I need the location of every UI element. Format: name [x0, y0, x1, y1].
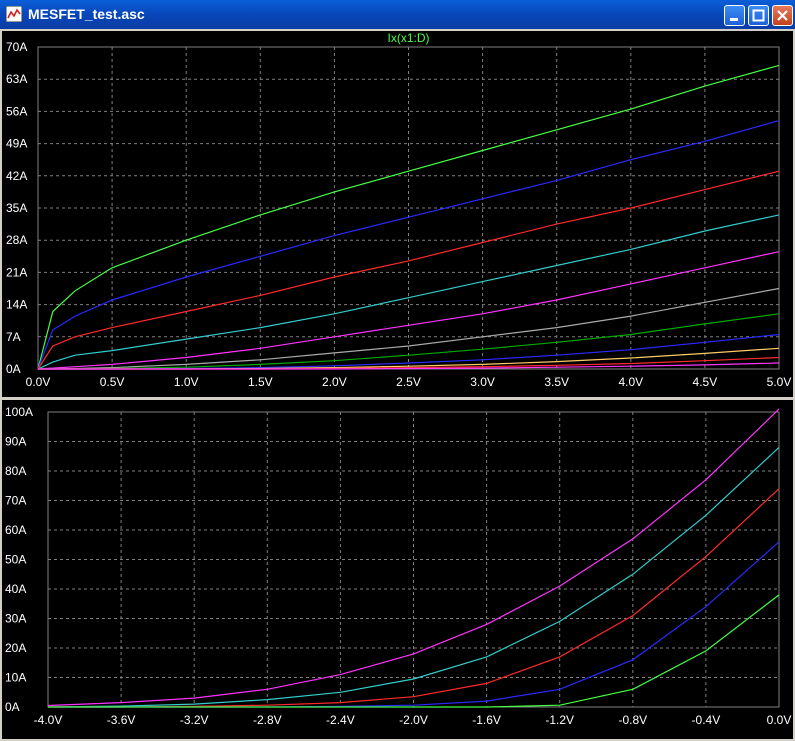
x-tick-label: -2.8V [253, 713, 282, 727]
minimize-button[interactable] [724, 5, 745, 26]
app-icon [6, 6, 22, 22]
x-tick-label: 4.0V [618, 375, 643, 389]
y-tick-label: 10A [5, 671, 26, 685]
x-tick-label: -2.4V [326, 713, 355, 727]
top-plot-pane[interactable]: 0.0V 0.5V 1.0V 1.5V 2.0V 2.5V 3.0V 3.5V 4.0V 4.5V… [2, 31, 793, 397]
maximize-icon [752, 9, 765, 22]
x-tick-label: 2.5V [396, 375, 421, 389]
x-tick-label: -1.6V [472, 713, 501, 727]
maximize-button[interactable] [748, 5, 769, 26]
minimize-icon [730, 18, 738, 21]
y-tick-label: 40A [5, 582, 26, 596]
close-icon [777, 10, 788, 21]
y-tick-label: 50A [5, 553, 26, 567]
x-tick-label: -3.6V [107, 713, 136, 727]
y-tick-label: 20A [5, 641, 26, 655]
y-tick-label: 56A [6, 104, 27, 118]
x-tick-label: 0.5V [100, 375, 125, 389]
plot-title: Ix(x1:D) [388, 31, 430, 45]
y-tick-label: 14A [6, 298, 27, 312]
x-tick-label: 1.5V [248, 375, 273, 389]
x-tick-label: 0.0V [767, 713, 792, 727]
x-tick-label: 5.0V [767, 375, 792, 389]
y-tick-label: 30A [5, 612, 26, 626]
x-tick-label: 4.5V [693, 375, 718, 389]
y-tick-label: 35A [6, 201, 27, 215]
x-tick-label: -2.0V [399, 713, 428, 727]
y-tick-label: 80A [5, 464, 26, 478]
transfer-curve-plot: -4.0V -3.6V -3.2V -2.8V -2.4V -2.0V -1.6V -1.2V… [5, 405, 792, 727]
y-tick-label: 100A [5, 405, 33, 419]
x-tick-label: -0.8V [618, 713, 647, 727]
title-bar: MESFET_test.asc [0, 0, 795, 29]
close-button[interactable] [772, 5, 793, 26]
x-tick-label: -3.2V [180, 713, 209, 727]
x-tick-label: -1.2V [545, 713, 574, 727]
x-tick-label: 0.0V [26, 375, 51, 389]
y-tick-label: 49A [6, 137, 27, 151]
series-line-8 [38, 333, 780, 370]
y-tick-label: 70A [5, 494, 26, 508]
y-tick-label: 21A [6, 265, 27, 279]
y-tick-label: 7A [6, 330, 21, 344]
y-tick-label: 28A [6, 233, 27, 247]
x-tick-label: 3.0V [470, 375, 495, 389]
x-tick-label: -0.4V [692, 713, 721, 727]
drain-current-plot: 0.0V 0.5V 1.0V 1.5V 2.0V 2.5V 3.0V 3.5V 4.0V 4.5V… [6, 31, 792, 389]
x-tick-label: -4.0V [34, 713, 63, 727]
y-tick-label: 63A [6, 72, 27, 86]
y-tick-label: 60A [5, 523, 26, 537]
x-tick-label: 3.5V [544, 375, 569, 389]
y-tick-label: 70A [6, 40, 27, 54]
x-tick-label: 1.0V [174, 375, 199, 389]
x-tick-label: 2.0V [322, 375, 347, 389]
y-tick-label: 90A [5, 435, 26, 449]
y-tick-label: 0A [5, 700, 20, 714]
y-tick-label: 42A [6, 169, 27, 183]
y-tick-label: 0A [6, 362, 21, 376]
bottom-plot-pane[interactable]: -4.0V -3.6V -3.2V -2.8V -2.4V -2.0V -1.6V -1.2V… [2, 400, 793, 739]
window-title: MESFET_test.asc [28, 6, 145, 22]
